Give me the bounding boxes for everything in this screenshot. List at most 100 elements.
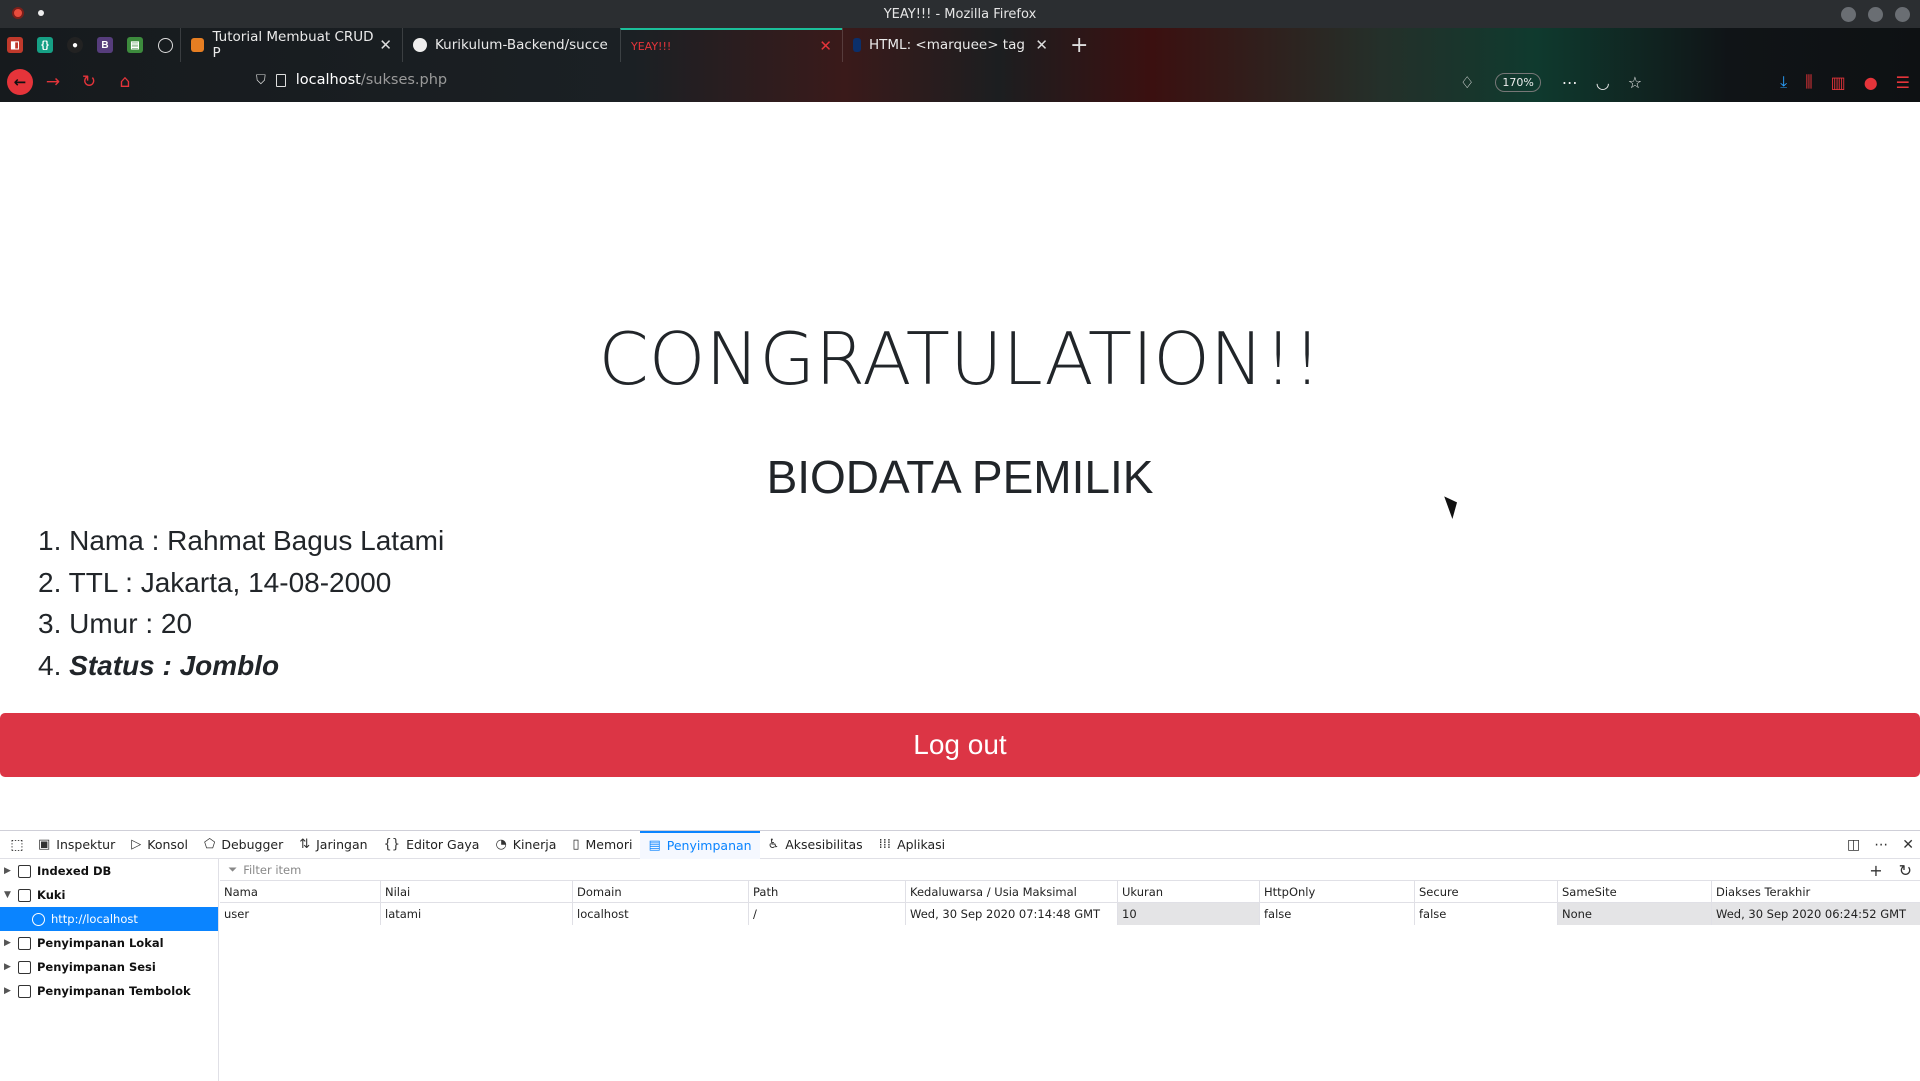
code-icon: {}	[37, 37, 53, 53]
pinned-tab-1[interactable]: ◧	[0, 28, 30, 62]
tab-memori[interactable]: ▯ Memori	[564, 831, 640, 859]
column-header[interactable]: Nama	[220, 880, 381, 903]
sidebar-item-localhost[interactable]: http://localhost	[0, 907, 218, 931]
expand-arrow-icon[interactable]: ▶	[4, 938, 18, 948]
minimize-button[interactable]	[1841, 7, 1856, 22]
pinned-tab-5[interactable]: ▤	[120, 28, 150, 62]
table-cell[interactable]: None	[1558, 903, 1712, 925]
column-header[interactable]: Diakses Terakhir	[1712, 881, 1920, 903]
list-number: 1.	[38, 525, 62, 556]
toolbar-right: ♢ 170% ⋯ ◡ ☆ ⤓ ⫼ ▥ ● ☰	[1451, 62, 1920, 102]
page-content: CONGRATULATION!! BIODATA PEMILIK 1. Nama…	[0, 102, 1920, 830]
tab-label: YEAY!!!	[631, 39, 672, 53]
menu-icon[interactable]: ☰	[1896, 73, 1910, 92]
new-tab-button[interactable]: +	[1070, 33, 1088, 58]
column-header[interactable]: Kedaluwarsa / Usia Maksimal	[906, 880, 1118, 903]
collapse-arrow-icon[interactable]: ▼	[4, 890, 18, 900]
sidebar-item-kuki[interactable]: ▼ Kuki	[0, 883, 218, 907]
list-text: Nama : Rahmat Bagus Latami	[69, 525, 445, 556]
cookie-table-area: ⏷ Filter item + ↻ Nama Nilai Domain Path…	[220, 859, 1920, 1081]
account-icon[interactable]: ●	[1864, 73, 1878, 92]
lightbulb-icon[interactable]: ♢	[1460, 73, 1474, 92]
column-header[interactable]: Path	[749, 880, 906, 903]
table-cell[interactable]: false	[1260, 903, 1415, 925]
refresh-icon[interactable]: ↻	[1899, 861, 1912, 880]
tab-jaringan[interactable]: ⇅ Jaringan	[291, 831, 375, 859]
shield-icon[interactable]: ⛉	[256, 73, 266, 88]
sidebar-item-penyimpanan-tembolok[interactable]: ▶ Penyimpanan Tembolok	[0, 979, 218, 1003]
navigation-bar: ← → ↻ ⌂ ⛉ localhost/sukses.php ♢ 170% ⋯ …	[0, 62, 1920, 102]
table-cell[interactable]: localhost	[573, 903, 749, 925]
close-window-button[interactable]	[1895, 7, 1910, 22]
tab-konsol[interactable]: ▷ Konsol	[123, 831, 196, 859]
devtools-panel: ⬚ ▣ Inspektur ▷ Konsol ⬠ Debugger ⇅ Jaringan…	[0, 830, 1920, 1081]
firefox-logo-icon	[12, 7, 24, 19]
expand-arrow-icon[interactable]: ▶	[4, 962, 18, 972]
tab-inspektur[interactable]: ▣ Inspektur	[30, 831, 123, 859]
column-header[interactable]: Ukuran	[1118, 880, 1260, 903]
more-options-icon[interactable]: ⋯	[1874, 837, 1888, 853]
table-cell[interactable]: Wed, 30 Sep 2020 06:24:52 GMT	[1712, 903, 1920, 925]
expand-arrow-icon[interactable]: ▶	[4, 866, 18, 876]
filter-input[interactable]: Filter item	[243, 863, 301, 877]
download-icon[interactable]: ⤓	[1780, 72, 1787, 92]
tab-penyimpanan[interactable]: ▤ Penyimpanan	[640, 830, 760, 859]
tab-debugger[interactable]: ⬠ Debugger	[196, 831, 291, 859]
database-icon	[18, 960, 31, 974]
close-devtools-icon[interactable]: ✕	[1902, 837, 1914, 853]
sidebar-item-penyimpanan-lokal[interactable]: ▶ Penyimpanan Lokal	[0, 931, 218, 955]
pinned-tab-6[interactable]	[150, 28, 180, 62]
pinned-tab-2[interactable]: {}	[30, 28, 60, 62]
tab-tutorial-crud[interactable]: Tutorial Membuat CRUD P ✕	[180, 28, 402, 62]
tab-aplikasi[interactable]: ⁞⁞⁞ Aplikasi	[871, 831, 954, 859]
element-picker-icon[interactable]: ⬚	[4, 837, 30, 853]
table-cell[interactable]: 10	[1118, 903, 1260, 925]
close-tab-icon[interactable]: ✕	[1035, 36, 1048, 54]
expand-arrow-icon[interactable]: ▶	[4, 986, 18, 996]
url-bar[interactable]: ⛉ localhost/sukses.php	[256, 72, 447, 88]
back-button[interactable]: ←	[7, 69, 33, 95]
column-header[interactable]: HttpOnly	[1260, 880, 1415, 903]
tab-kurikulum-backend[interactable]: Kurikulum-Backend/succe	[402, 28, 620, 62]
reload-button[interactable]: ↻	[73, 66, 105, 98]
add-item-icon[interactable]: +	[1869, 861, 1882, 880]
column-header[interactable]: SameSite	[1558, 880, 1712, 903]
github-icon: ●	[67, 37, 83, 53]
maximize-button[interactable]	[1868, 7, 1883, 22]
table-cell[interactable]: latami	[381, 903, 573, 925]
tab-yeay[interactable]: YEAY!!! ✕	[620, 28, 842, 62]
close-tab-icon[interactable]: ✕	[379, 36, 392, 54]
sidebar-item-penyimpanan-sesi[interactable]: ▶ Penyimpanan Sesi	[0, 955, 218, 979]
table-cell[interactable]: false	[1415, 903, 1558, 925]
zoom-indicator[interactable]: 170%	[1495, 72, 1541, 92]
logout-button[interactable]: Log out	[0, 713, 1920, 777]
sidebar-icon[interactable]: ▥	[1831, 73, 1846, 92]
more-actions-icon[interactable]: ⋯	[1562, 73, 1578, 92]
pocket-icon[interactable]: ◡	[1596, 73, 1610, 92]
column-header[interactable]: Domain	[573, 880, 749, 903]
close-tab-icon[interactable]: ✕	[819, 37, 832, 55]
table-cell[interactable]: Wed, 30 Sep 2020 07:14:48 GMT	[906, 903, 1118, 925]
tab-label: Aksesibilitas	[785, 837, 863, 852]
pinned-tab-4[interactable]: B	[90, 28, 120, 62]
pinned-tab-3[interactable]: ●	[60, 28, 90, 62]
tab-editor-gaya[interactable]: {} Editor Gaya	[376, 831, 488, 859]
table-cell[interactable]: /	[749, 903, 906, 925]
filter-bar: ⏷ Filter item + ↻	[220, 859, 1920, 881]
forward-button[interactable]: →	[37, 66, 69, 98]
table-row[interactable]: user latami localhost / Wed, 30 Sep 2020…	[220, 903, 1920, 925]
sidebar-item-indexed-db[interactable]: ▶ Indexed DB	[0, 859, 218, 883]
bookmark-star-icon[interactable]: ☆	[1628, 73, 1642, 92]
debugger-icon: ⬠	[204, 837, 216, 852]
tab-aksesibilitas[interactable]: ♿ Aksesibilitas	[760, 831, 871, 859]
library-icon[interactable]: ⫼	[1805, 72, 1812, 92]
tab-marquee[interactable]: HTML: <marquee> tag ✕	[842, 28, 1058, 62]
tab-kinerja[interactable]: ◔ Kinerja	[487, 831, 564, 859]
window-title: YEAY!!! - Mozilla Firefox	[883, 6, 1037, 22]
column-header[interactable]: Secure	[1415, 880, 1558, 903]
home-button[interactable]: ⌂	[109, 66, 141, 98]
dock-icon[interactable]: ◫	[1847, 837, 1860, 853]
column-header[interactable]: Nilai	[381, 880, 573, 903]
table-cell[interactable]: user	[220, 903, 381, 925]
database-icon	[18, 888, 31, 902]
